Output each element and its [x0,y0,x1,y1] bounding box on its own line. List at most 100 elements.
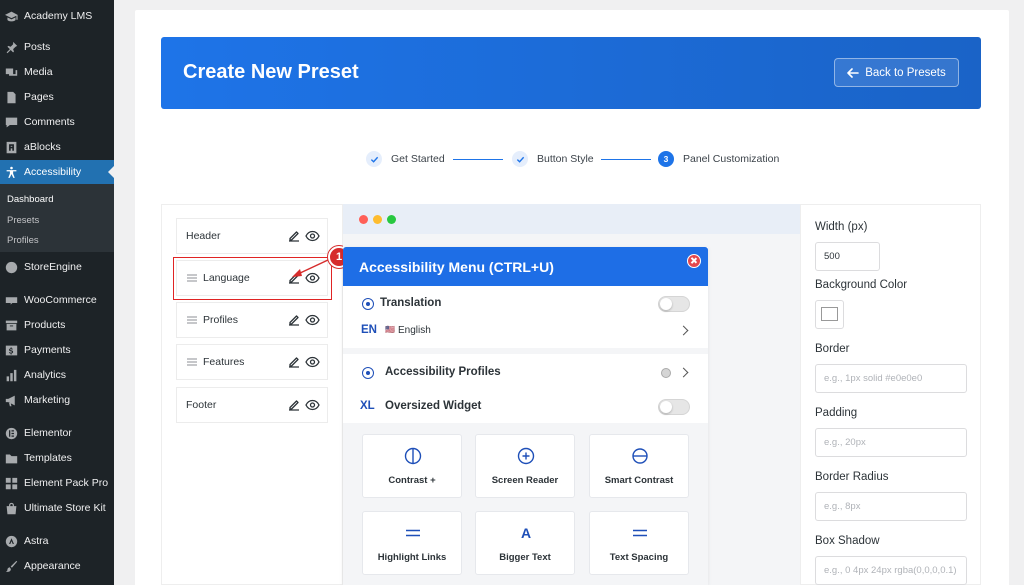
us-flag-icon: 🇺🇸 [385,325,395,334]
page-title: Create New Preset [183,61,359,83]
oversized-widget-label: Oversized Widget [385,400,482,412]
step-number: 3 [658,151,674,167]
border-radius-input[interactable] [815,492,967,521]
tile-label: Bigger Text [499,552,551,563]
padding-label: Padding [815,407,858,419]
sidebar-item-marketing[interactable]: Marketing [0,388,114,412]
sidebar-item-media[interactable]: Media [0,60,114,84]
step-panel-customization[interactable]: 3 Panel Customization [658,151,779,167]
eye-icon[interactable] [305,398,320,412]
tile-label: Smart Contrast [604,475,674,486]
translation-toggle[interactable] [658,296,690,312]
sidebar-item-label: aBlocks [24,141,61,153]
border-radius-label: Border Radius [815,471,889,483]
step-connector [601,159,651,160]
grid-icon [4,476,18,490]
section-item-features[interactable]: Features [176,344,328,380]
sidebar-item-woocommerce[interactable]: WooCommerce [0,288,114,312]
profiles-icon [362,367,374,379]
back-to-presets-label: Back to Presets [865,66,946,79]
section-label: Header [186,230,221,242]
chart-bar-icon [4,368,18,382]
section-item-header[interactable]: Header [176,218,328,254]
tile-contrast-plus[interactable]: Contrast + [362,434,462,498]
archive-icon [4,318,18,332]
oversized-widget-toggle[interactable] [658,399,690,415]
sidebar-item-payments[interactable]: Payments [0,338,114,362]
padding-input[interactable] [815,428,967,457]
sidebar-item-label: WooCommerce [24,294,97,306]
sidebar-item-products[interactable]: Products [0,313,114,337]
pencil-icon[interactable] [287,229,301,243]
folder-icon [4,451,18,465]
check-icon [366,151,382,167]
section-item-footer[interactable]: Footer [176,387,328,423]
translation-label: Translation [380,297,442,309]
sidebar-item-ablocks[interactable]: aBlocks [0,135,114,159]
background-color-label: Background Color [815,279,908,291]
eye-icon[interactable] [305,229,320,243]
tile-highlight-links[interactable]: Highlight Links [362,511,462,575]
annotation-arrow [292,259,329,277]
step-get-started[interactable]: Get Started [366,151,445,167]
step-button-style[interactable]: Button Style [512,151,594,167]
submenu-presets[interactable]: Presets [7,215,39,226]
media-icon [4,65,18,79]
sidebar-item-label: Media [24,66,53,78]
close-icon[interactable] [687,254,701,268]
pencil-icon[interactable] [287,398,301,412]
sidebar-item-astra[interactable]: Astra [0,529,114,553]
drag-handle-icon[interactable] [187,315,197,325]
step-label: Button Style [537,153,594,165]
sidebar-item-label: Elementor [24,427,72,439]
background-color-picker[interactable] [815,300,844,329]
screen-reader-icon [517,447,535,465]
sidebar-item-academy-lms[interactable]: Academy LMS [0,4,114,28]
sidebar-item-accessibility[interactable]: Accessibility [0,160,114,184]
tile-smart-contrast[interactable]: Smart Contrast [589,434,689,498]
sidebar-item-pages[interactable]: Pages [0,85,114,109]
language-name[interactable]: English [398,325,431,336]
sidebar-item-label: Astra [24,535,49,547]
tile-label: Contrast + [388,475,436,486]
sidebar-item-label: Academy LMS [24,10,93,22]
bag-icon [4,501,18,515]
accessibility-menu-title: Accessibility Menu (CTRL+U) [359,259,554,275]
sidebar-item-analytics[interactable]: Analytics [0,363,114,387]
section-item-profiles[interactable]: Profiles [176,302,328,338]
box-shadow-input[interactable] [815,556,967,585]
tile-text-spacing[interactable]: Text Spacing [589,511,689,575]
pencil-icon[interactable] [287,355,301,369]
tile-label: Highlight Links [377,552,447,563]
sidebar-item-appearance[interactable]: Appearance [0,554,114,578]
tile-bigger-text[interactable]: A Bigger Text [475,511,575,575]
eye-icon[interactable] [305,313,320,327]
drag-handle-icon[interactable] [187,357,197,367]
graduation-cap-icon [4,9,18,23]
width-label: Width (px) [815,221,868,233]
sidebar-item-comments[interactable]: Comments [0,110,114,134]
sidebar-item-element-pack-pro[interactable]: Element Pack Pro [0,471,114,495]
width-input[interactable] [815,242,880,271]
border-label: Border [815,343,850,355]
language-code: EN [361,324,377,336]
back-to-presets-button[interactable]: Back to Presets [834,58,959,87]
submenu-profiles[interactable]: Profiles [7,235,39,246]
border-input[interactable] [815,364,967,393]
sidebar-item-ultimate-store-kit[interactable]: Ultimate Store Kit [0,496,114,520]
submenu-dashboard[interactable]: Dashboard [7,194,53,205]
pencil-icon[interactable] [287,313,301,327]
sidebar-item-elementor[interactable]: Elementor [0,421,114,445]
sidebar-item-posts[interactable]: Posts [0,35,114,59]
sidebar-item-templates[interactable]: Templates [0,446,114,470]
astra-icon [4,534,18,548]
color-swatch [821,307,838,321]
profiles-indicator [661,368,671,378]
sidebar-item-storeengine[interactable]: StoreEngine [0,255,114,279]
tile-screen-reader[interactable]: Screen Reader [475,434,575,498]
sidebar-item-label: Payments [24,344,71,356]
section-label: Profiles [203,314,239,326]
window-minimize-dot [373,215,382,224]
section-label: Features [203,356,245,368]
eye-icon[interactable] [305,355,320,369]
